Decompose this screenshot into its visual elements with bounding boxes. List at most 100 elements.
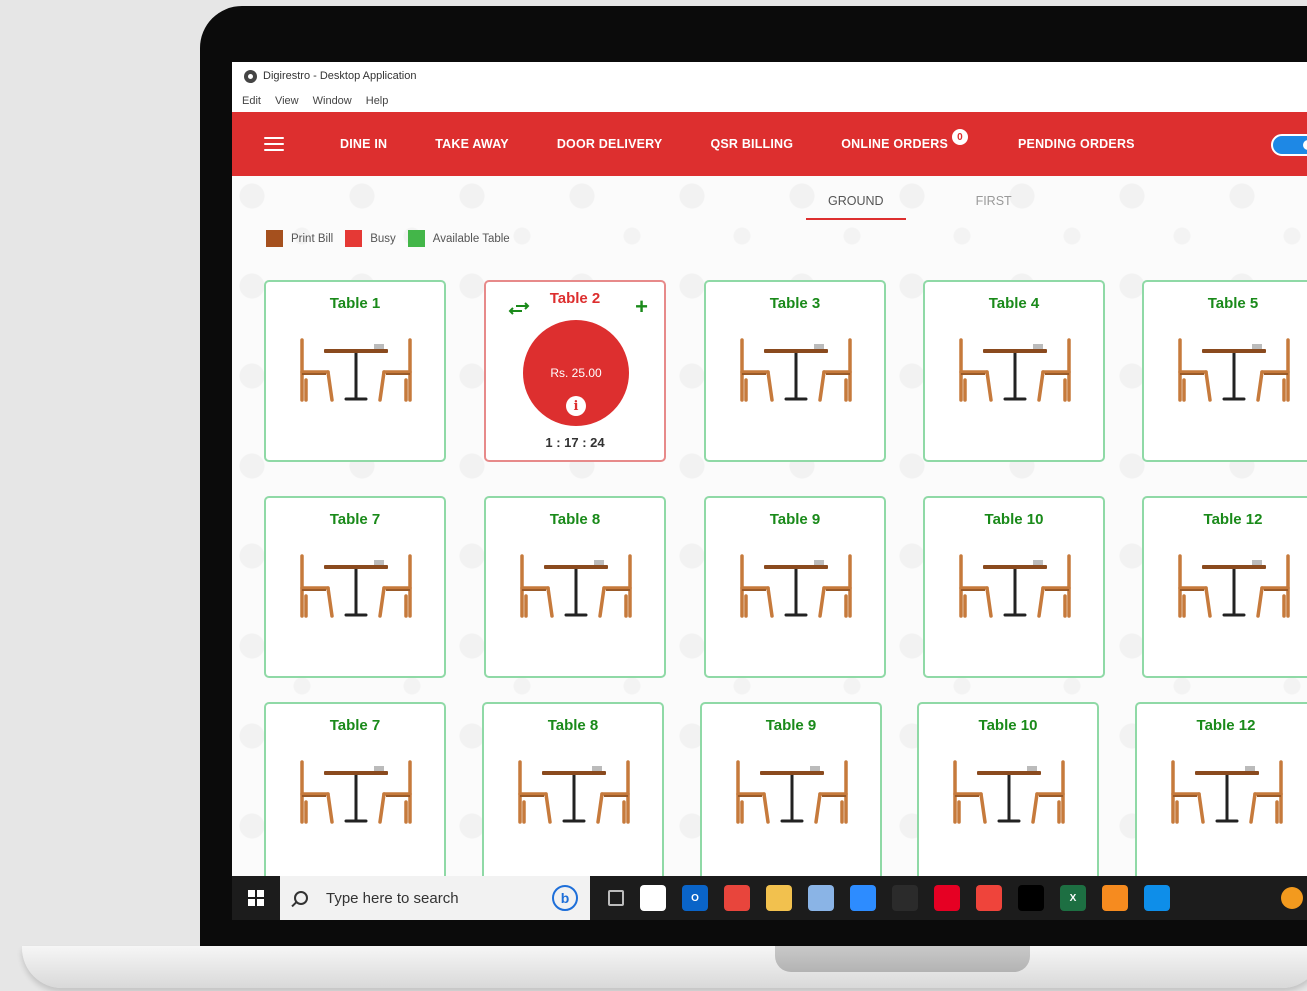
top-navigation: DINE IN TAKE AWAY DOOR DELIVERY QSR BILL… <box>232 112 1307 176</box>
start-button[interactable] <box>232 876 280 920</box>
table-chairs-icon <box>520 554 632 618</box>
legend-label-available: Available Table <box>432 232 510 245</box>
vlc-icon[interactable] <box>1102 885 1128 911</box>
task-view-icon[interactable] <box>608 890 624 906</box>
table-card[interactable]: Table 10 <box>923 496 1105 678</box>
table-name: Table 8 <box>549 511 601 528</box>
notepad-icon[interactable] <box>808 885 834 911</box>
table-chairs-icon <box>300 760 412 824</box>
online-orders-badge: 0 <box>950 127 970 147</box>
tab-first[interactable]: FIRST <box>954 190 1034 220</box>
table-name: Table 10 <box>984 511 1044 528</box>
screen: Digirestro - Desktop Application Edit Vi… <box>232 62 1307 920</box>
table-name: Table 9 <box>769 511 821 528</box>
table-chairs-icon <box>300 338 412 402</box>
nav-online-orders-label: ONLINE ORDERS <box>841 137 948 151</box>
transfer-table-icon[interactable] <box>508 302 530 316</box>
table-chairs-icon <box>518 760 630 824</box>
table-name: Table 1 <box>329 295 381 312</box>
table-card[interactable]: Table 8 <box>484 496 666 678</box>
menubar: Edit View Window Help <box>232 90 1307 112</box>
taskbar-search[interactable]: Type here to search b <box>280 876 590 920</box>
laptop-notch <box>775 946 1030 972</box>
legend-swatch-available <box>407 230 425 247</box>
menu-window[interactable]: Window <box>313 95 352 107</box>
table-name: Table 3 <box>769 295 821 312</box>
table-name: Table 10 <box>978 717 1038 734</box>
table-card[interactable]: Table 3 <box>704 280 886 462</box>
table-chairs-icon <box>1178 554 1290 618</box>
settings-icon[interactable] <box>892 885 918 911</box>
search-icon <box>294 891 308 905</box>
chrome-icon[interactable] <box>724 885 750 911</box>
info-icon[interactable]: i <box>566 396 586 416</box>
legend-label-print-bill: Print Bill <box>291 232 334 245</box>
table-card[interactable]: Table 12 <box>1135 702 1307 884</box>
legend-swatch-print-bill <box>266 230 283 247</box>
dine-in-content: GROUND FIRST Print Bill Busy Available T… <box>232 176 1307 920</box>
menu-view[interactable]: View <box>275 95 299 107</box>
table-name: Table 7 <box>329 511 381 528</box>
table-card[interactable]: Table 7 <box>264 702 446 884</box>
table-card[interactable]: Table 8 <box>482 702 664 884</box>
windows-logo-icon <box>248 890 264 906</box>
table-card[interactable]: Table 9 <box>704 496 886 678</box>
legend-swatch-busy <box>345 230 363 247</box>
table-card[interactable]: Table 7 <box>264 496 446 678</box>
table-name: Table 12 <box>1196 717 1256 734</box>
table-chairs-icon <box>300 554 412 618</box>
table-chairs-icon <box>740 554 852 618</box>
table-name: Table 7 <box>329 717 381 734</box>
menu-help[interactable]: Help <box>366 95 389 107</box>
app-logo-icon <box>244 69 257 83</box>
table-chairs-icon <box>959 554 1071 618</box>
table-card[interactable]: Table 1 <box>264 280 446 462</box>
table-card[interactable]: Table 9 <box>700 702 882 884</box>
outlook-icon[interactable]: O <box>682 885 708 911</box>
nav-door-delivery[interactable]: DOOR DELIVERY <box>557 137 663 151</box>
file-explorer-icon[interactable] <box>766 885 792 911</box>
table-chairs-icon <box>959 338 1071 402</box>
table-card[interactable]: Table 10 <box>917 702 1099 884</box>
terminal-icon[interactable] <box>1018 885 1044 911</box>
nav-dine-in[interactable]: DINE IN <box>340 137 387 151</box>
busy-amount: Rs. 25.00 <box>550 366 602 380</box>
pinterest-icon[interactable] <box>934 885 960 911</box>
search-placeholder: Type here to search <box>326 889 459 907</box>
table-card[interactable]: Table 4 <box>923 280 1105 462</box>
legend-label-busy: Busy <box>370 232 396 245</box>
tray-notification-icon[interactable] <box>1281 887 1303 909</box>
menu-edit[interactable]: Edit <box>242 95 261 107</box>
table-card[interactable]: Table 5 <box>1142 280 1307 462</box>
table-name: Table 4 <box>988 295 1040 312</box>
nav-pending-orders[interactable]: PENDING ORDERS <box>1018 137 1135 151</box>
bing-icon[interactable]: b <box>552 885 578 911</box>
tab-ground[interactable]: GROUND <box>806 190 906 220</box>
window-titlebar: Digirestro - Desktop Application <box>232 62 1307 90</box>
table-chairs-icon <box>740 338 852 402</box>
table-name: Table 5 <box>1207 295 1259 312</box>
excel-icon[interactable]: X <box>1060 885 1086 911</box>
nav-qsr-billing[interactable]: QSR BILLING <box>710 137 793 151</box>
taskbar-apps: OX <box>608 885 1170 911</box>
nav-take-away[interactable]: TAKE AWAY <box>435 137 509 151</box>
windows-taskbar: Type here to search b OX <box>232 876 1307 920</box>
occupied-timer: 1 : 17 : 24 <box>545 435 605 450</box>
hamburger-menu-icon[interactable] <box>264 137 284 151</box>
teamviewer-icon[interactable] <box>1144 885 1170 911</box>
anydesk-icon[interactable] <box>976 885 1002 911</box>
zoom-icon[interactable] <box>850 885 876 911</box>
table-chairs-icon <box>736 760 848 824</box>
slack-icon[interactable] <box>640 885 666 911</box>
busy-amount-circle[interactable]: Rs. 25.00 i <box>523 320 629 426</box>
table-card[interactable]: Table 2 + Rs. 25.00 i 1 : 17 : 24 <box>484 280 666 462</box>
add-order-icon[interactable]: + <box>635 296 648 318</box>
table-status-legend: Print Bill Busy Available Table <box>266 230 522 247</box>
table-card[interactable]: Table 12 <box>1142 496 1307 678</box>
nav-online-orders[interactable]: ONLINE ORDERS 0 <box>841 127 970 151</box>
laptop-base <box>22 946 1307 988</box>
mode-toggle[interactable] <box>1271 134 1307 156</box>
table-chairs-icon <box>1178 338 1290 402</box>
table-name: Table 12 <box>1203 511 1263 528</box>
table-chairs-icon <box>953 760 1065 824</box>
